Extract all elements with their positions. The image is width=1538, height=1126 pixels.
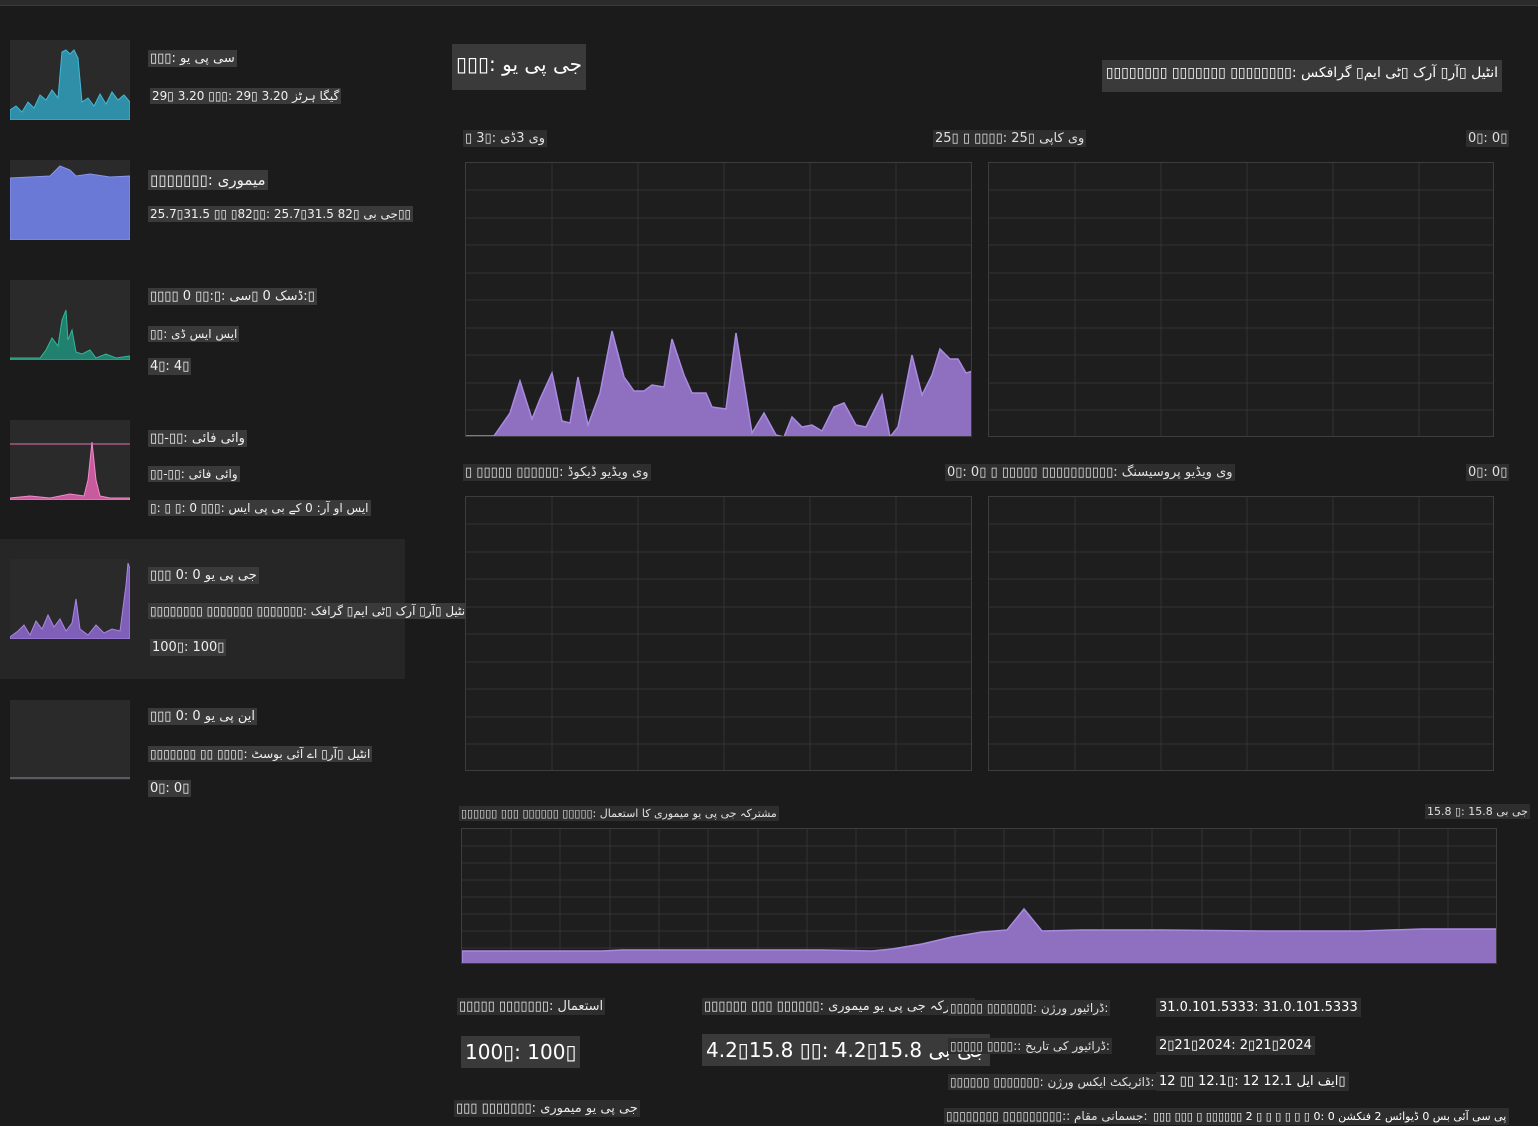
sidebar-disk-usage: 4▯: 4▯ [148,358,192,375]
shared-gpu-memory-label: ▯▯▯▯▯▯ ▯▯▯ ▯▯▯▯▯▯: مشترکہ جی پی یو میمور… [702,998,976,1015]
graph-3d [465,162,972,437]
sidebar-gpu-usage: 100▯: 100▯ [150,639,227,656]
shared-memory-graph-label: ▯▯▯▯▯▯ ▯▯▯ ▯▯▯▯▯▯ ▯▯▯▯▯: مشترکہ جی پی یو… [459,806,779,821]
graph-copy [988,162,1494,437]
sidebar-item-npu[interactable]: ▯▯▯ 0: این پی یو 0 ▯▯▯▯▯▯▯ ▯▯ ▯▯▯▯: انٹی… [0,684,405,804]
sidebar-disk-title: ▯▯▯▯ 0 ▯▯:▯: ڈسک 0 ▯سی:▯ [148,288,317,305]
gpu-memory-label: ▯▯▯ ▯▯▯▯▯▯▯: جی پی یو میموری [454,1100,640,1117]
graph-3d-label: ▯ 3▯: وی 3ڈی [463,130,548,147]
graph-video-processing-value: 0▯: 0▯ [1466,464,1510,481]
gpu-thumbnail-graph [10,559,130,639]
shared-memory-graph-max: 15.8 ▯: 15.8 جی بی [1425,804,1530,819]
sidebar-item-cpu[interactable]: ▯▯▯: سی پی یو 29▯ 3.20 ▯▯▯: 29▯ 3.20 گیگ… [0,24,405,144]
sidebar-memory-title: ▯▯▯▯▯▯▯: میموری [148,170,268,190]
graph-video-decode [465,496,972,771]
disk-thumbnail-graph [10,280,130,360]
sidebar-item-memory[interactable]: ▯▯▯▯▯▯▯: میموری 25.7▯31.5 ▯▯ ▯82▯▯: 25.7… [0,144,414,264]
graph-video-processing [988,496,1494,771]
npu-thumbnail-graph [10,700,130,780]
driver-date-value: 2▯21▯2024: 2▯21▯2024 [1156,1036,1315,1055]
directx-version-value: 12 ▯▯ 12.1▯: 12 ایف ایل 12.1▯ [1156,1072,1349,1091]
gpu-model-name: ▯▯▯▯▯▯▯▯ ▯▯▯▯▯▯▯ ▯▯▯▯▯▯▯▯: انٹیل ▯آر▯ آر… [1101,60,1502,92]
sidebar-npu-usage: 0▯: 0▯ [148,780,192,797]
sidebar-npu-title: ▯▯▯ 0: این پی یو 0 [148,708,257,725]
sidebar-item-disk[interactable]: ▯▯▯▯ 0 ▯▯:▯: ڈسک 0 ▯سی:▯ ▯▯: ایس ایس ڈی … [0,264,405,384]
utilization-value: 100▯: 100▯ [461,1036,581,1068]
graph-video-decode-label: ▯ ▯▯▯▯▯ ▯▯▯▯▯▯: وی ویڈیو ڈیکوڈ [463,464,651,481]
directx-version-key: ▯▯▯▯▯▯ ▯▯▯▯▯▯▯: ڈائریکٹ ایکس ورژن: [948,1074,1157,1090]
page-title: ▯▯▯: جی پی یو [452,44,587,90]
graph-copy-label: 25▯ ▯ ▯▯▯▯: 25▯ وی کاپی [933,130,1087,147]
sidebar-gpu-title: ▯▯▯ 0: جی پی یو 0 [148,567,259,584]
title-bar [0,0,1538,6]
wifi-thumbnail-graph [10,420,130,500]
driver-version-value: 31.0.101.5333: 31.0.101.5333 [1156,998,1361,1017]
utilization-label: ▯▯▯▯▯ ▯▯▯▯▯▯▯: استعمال [457,998,606,1015]
sidebar-wifi-title: ▯▯-▯▯: وائی فائی [148,430,247,447]
memory-thumbnail-graph [10,160,130,240]
sidebar-npu-model: ▯▯▯▯▯▯▯ ▯▯ ▯▯▯▯: انٹیل ▯آر▯ اے آئی بوسٹ [148,746,373,762]
graph-video-processing-label: 0▯: 0▯ ▯ ▯▯▯▯▯ ▯▯▯▯▯▯▯▯▯▯: وی ویڈیو پروس… [945,464,1235,481]
sidebar-disk-type: ▯▯: ایس ایس ڈی [148,326,240,342]
performance-sidebar: ▯▯▯: سی پی یو 29▯ 3.20 ▯▯▯: 29▯ 3.20 گیگ… [0,24,471,824]
driver-version-key: ▯▯▯▯▯ ▯▯▯▯▯▯▯: ڈرائیور ورژن: [948,1000,1111,1016]
graph-copy-value: 0▯: 0▯ [1466,130,1510,147]
shared-memory-graph [461,828,1497,964]
driver-date-key: ▯▯▯▯▯ ▯▯▯▯:: ڈرائیور کی تاریخ: [948,1038,1112,1054]
physical-location-key: ▯▯▯▯▯▯▯▯ ▯▯▯▯▯▯▯▯▯:: جسمانی مقام: [944,1108,1150,1124]
sidebar-wifi-name: ▯▯-▯▯: وائی فائی [148,466,240,482]
physical-location-value: ▯▯▯ ▯▯▯ ▯ ▯▯▯▯▯▯ 2 ▯ ▯ ▯ ▯ ▯ ▯ 0: پی سی … [1150,1108,1510,1125]
sidebar-item-gpu[interactable]: ▯▯▯ 0: جی پی یو 0 ▯▯▯▯▯▯▯▯ ▯▯▯▯▯▯▯ ▯▯▯▯▯… [0,539,471,679]
cpu-thumbnail-graph [10,40,130,120]
sidebar-cpu-title: ▯▯▯: سی پی یو [148,50,237,67]
shared-gpu-memory-value: 4.2▯15.8 ▯▯: 4.2▯15.8 جی بی [702,1034,991,1066]
sidebar-item-wifi[interactable]: ▯▯-▯▯: وائی فائی ▯▯-▯▯: وائی فائی ▯: ▯ ▯… [0,404,405,524]
sidebar-cpu-detail: 29▯ 3.20 ▯▯▯: 29▯ 3.20 گیگا ہرٹز [150,88,342,104]
sidebar-gpu-model: ▯▯▯▯▯▯▯▯ ▯▯▯▯▯▯▯ ▯▯▯▯▯▯▯: انٹیل ▯آر▯ آرک… [148,603,471,619]
sidebar-wifi-throughput: ▯: ▯ ▯: 0 ▯▯▯: ایس او آر: 0 کے بی پی ایس [148,500,371,516]
sidebar-memory-detail: 25.7▯31.5 ▯▯ ▯82▯▯: 25.7▯31.5 جی بی ▯82▯… [148,206,414,222]
